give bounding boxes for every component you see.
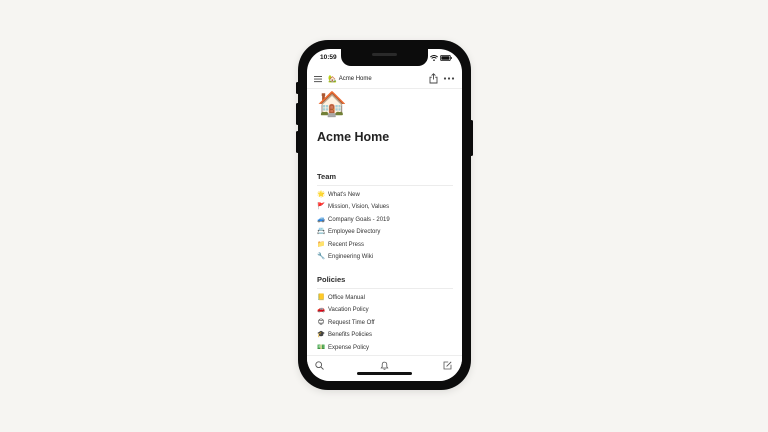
policies-item-expense[interactable]: 💵 Expense Policy — [317, 342, 453, 355]
card-index-icon: 📇 — [317, 228, 326, 236]
search-icon[interactable] — [315, 361, 324, 370]
notebook-icon: 📒 — [317, 293, 326, 301]
policies-item-label: Benefits Policies — [328, 332, 373, 339]
breadcrumb-house-icon: 🏡 — [328, 75, 337, 83]
smile-icon: 😊 — [317, 318, 325, 326]
money-icon: 💵 — [317, 343, 326, 351]
page-content: 🏠 Acme Home Team 🌟 What's New 🚩 Mission,… — [307, 89, 462, 355]
team-item-label: Recent Press — [328, 241, 365, 248]
hamburger-menu-icon[interactable] — [314, 75, 322, 83]
page-title: Acme Home — [317, 130, 390, 144]
car-icon: 🚗 — [317, 306, 326, 314]
team-item-goals[interactable]: 🚙 Company Goals - 2019 — [317, 214, 453, 227]
team-item-label: Mission, Vision, Values — [328, 204, 390, 211]
team-item-mission[interactable]: 🚩 Mission, Vision, Values — [317, 201, 453, 214]
policies-item-label: Vacation Policy — [328, 307, 369, 314]
team-item-label: Company Goals - 2019 — [328, 216, 390, 223]
wrench-icon: 🔧 — [317, 253, 326, 261]
team-item-press[interactable]: 📁 Recent Press — [317, 239, 453, 252]
team-section: Team 🌟 What's New 🚩 Mission, Vision, Val… — [317, 171, 453, 264]
page-house-icon[interactable]: 🏠 — [317, 93, 347, 117]
team-divider — [317, 185, 453, 186]
team-item-directory[interactable]: 📇 Employee Directory — [317, 226, 453, 239]
team-item-label: Employee Directory — [328, 229, 381, 236]
policies-section: Policies 📒 Office Manual 🚗 Vacation Poli… — [317, 274, 453, 354]
bottom-tab-bar — [307, 355, 462, 381]
policies-item-benefits[interactable]: 🎓 Benefits Policies — [317, 329, 453, 342]
team-list: 🌟 What's New 🚩 Mission, Vision, Values 🚙… — [317, 189, 453, 264]
team-item-label: What's New — [328, 191, 360, 198]
team-item-wiki[interactable]: 🔧 Engineering Wiki — [317, 251, 453, 264]
stage: 10:59 🏡 Acme Home 🏠 Acme Home Team 🌟 Wha… — [0, 0, 768, 432]
policies-item-label: Expense Policy — [328, 344, 370, 351]
policies-item-office-manual[interactable]: 📒 Office Manual — [317, 292, 453, 305]
status-time: 10:59 — [320, 54, 337, 61]
car-icon: 🚙 — [317, 215, 326, 223]
team-item-label: Engineering Wiki — [328, 254, 374, 261]
flag-icon: 🚩 — [317, 203, 326, 211]
home-indicator[interactable] — [357, 372, 412, 375]
folder-icon: 📁 — [317, 240, 326, 248]
policies-list: 📒 Office Manual 🚗 Vacation Policy 😊 Requ… — [317, 292, 453, 355]
breadcrumb-label: Acme Home — [338, 76, 372, 82]
new-page-compose-icon[interactable] — [443, 361, 452, 370]
more-options-icon[interactable] — [443, 73, 455, 84]
notifications-bell-icon[interactable] — [380, 361, 389, 370]
phone-screen: 10:59 🏡 Acme Home 🏠 Acme Home Team 🌟 Wha… — [307, 49, 462, 381]
star-icon: 🌟 — [317, 190, 326, 198]
policies-item-label: Office Manual — [328, 294, 365, 301]
phone-speaker — [372, 53, 397, 56]
breadcrumb[interactable]: 🏡 Acme Home — [328, 73, 372, 85]
graduation-cap-icon: 🎓 — [317, 331, 326, 339]
top-navigation-bar: 🏡 Acme Home — [307, 71, 462, 89]
policies-item-vacation[interactable]: 🚗 Vacation Policy — [317, 304, 453, 317]
policies-item-label: Request Time Off — [328, 319, 375, 326]
wifi-icon — [429, 55, 438, 61]
policies-divider — [317, 288, 453, 289]
phone-frame: 10:59 🏡 Acme Home 🏠 Acme Home Team 🌟 Wha… — [298, 40, 471, 390]
battery-icon — [440, 55, 452, 61]
policies-heading: Policies — [317, 275, 346, 284]
team-item-whats-new[interactable]: 🌟 What's New — [317, 189, 453, 202]
share-icon[interactable] — [429, 73, 438, 84]
phone-notch — [341, 49, 428, 66]
team-heading: Team — [317, 172, 337, 181]
policies-item-time-off[interactable]: 😊 Request Time Off — [317, 317, 453, 330]
